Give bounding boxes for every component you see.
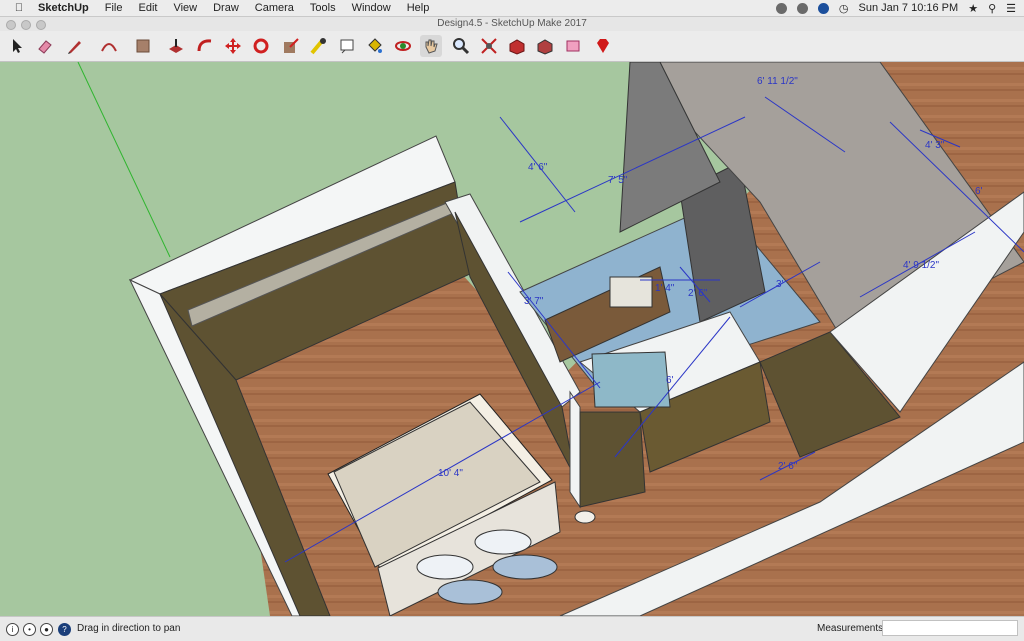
follow-me-tool-icon[interactable]: [194, 35, 216, 57]
time-machine-icon[interactable]: ◷: [839, 2, 849, 15]
corridor-wall-face: [579, 411, 646, 508]
geolocation-icon[interactable]: •: [23, 623, 36, 636]
vpn-icon[interactable]: [817, 2, 829, 14]
text-tool-icon[interactable]: [336, 35, 358, 57]
search-icon[interactable]: ⚲: [988, 2, 996, 15]
extension-warehouse-icon[interactable]: [534, 35, 556, 57]
window-title: Design4.5 - SketchUp Make 2017: [437, 18, 587, 29]
corridor-wall-edge: [569, 390, 581, 509]
dim-label-6: 4' 9 1/2": [903, 260, 939, 271]
bathroom-sink: [609, 276, 653, 308]
pencil-tool-icon[interactable]: [64, 35, 86, 57]
zoom-window-button[interactable]: [36, 20, 46, 30]
pillow-left: [416, 554, 474, 580]
info-icon[interactable]: i: [6, 623, 19, 636]
menu-camera[interactable]: Camera: [255, 2, 294, 14]
pillow-blue-left: [437, 579, 503, 605]
menu-draw[interactable]: Draw: [213, 2, 239, 14]
dim-label-4: 4' 3": [925, 140, 945, 151]
3d-warehouse-icon[interactable]: [506, 35, 528, 57]
apple-icon[interactable]: : [12, 2, 26, 14]
orbit-tool-icon[interactable]: [392, 35, 414, 57]
dim-label-3: 7' 5": [608, 175, 628, 186]
menu-tools[interactable]: Tools: [310, 2, 336, 14]
main-toolbar: [0, 31, 1024, 62]
close-window-button[interactable]: [6, 20, 16, 30]
arc-tool-icon[interactable]: [98, 35, 120, 57]
window-title-bar: Design4.5 - SketchUp Make 2017: [0, 17, 1024, 31]
move-tool-icon[interactable]: [222, 35, 244, 57]
model-viewport[interactable]: 6' 11 1/2" 4' 6" 7' 5" 4' 3" 6' 4' 9 1/2…: [0, 62, 1024, 616]
dim-label-5: 6': [975, 186, 983, 197]
window-controls: [6, 20, 46, 30]
pillow-right: [474, 529, 532, 555]
menu-file[interactable]: File: [105, 2, 123, 14]
nightstand-lamp: [574, 510, 596, 524]
door-opening[interactable]: [591, 351, 671, 408]
zoom-tool-icon[interactable]: [450, 35, 472, 57]
status-menus: ◷ Sun Jan 7 10:16 PM ★ ⚲ ☰: [775, 0, 1016, 16]
measurements-label: Measurements: [817, 623, 884, 634]
dim-label-8: 1' 4": [655, 283, 675, 294]
help-icon[interactable]: ?: [58, 623, 71, 636]
tape-measure-tool-icon[interactable]: [308, 35, 330, 57]
menu-window[interactable]: Window: [352, 2, 391, 14]
dim-label-9: 2' 6": [688, 288, 708, 299]
headphones-icon[interactable]: [775, 2, 787, 14]
measurements-input[interactable]: [882, 620, 1018, 636]
dim-label-2: 4' 6": [528, 162, 548, 173]
bluetooth-icon[interactable]: ★: [968, 2, 978, 15]
model-scene[interactable]: 6' 11 1/2" 4' 6" 7' 5" 4' 3" 6' 4' 9 1/2…: [0, 62, 1024, 616]
user-icon[interactable]: [796, 2, 808, 14]
user-account-icon[interactable]: ●: [40, 623, 53, 636]
menu-edit[interactable]: Edit: [138, 2, 157, 14]
push-pull-tool-icon[interactable]: [165, 35, 187, 57]
notification-list-icon[interactable]: ☰: [1006, 2, 1016, 15]
dim-label-10: 3': [776, 279, 784, 290]
menu-help[interactable]: Help: [407, 2, 430, 14]
pillow-blue-right: [492, 554, 558, 580]
minimize-window-button[interactable]: [21, 20, 31, 30]
shapes-tool-icon[interactable]: [132, 35, 154, 57]
dim-label-13: 2' 6": [778, 461, 798, 472]
paint-bucket-tool-icon[interactable]: [364, 35, 386, 57]
menu-clock[interactable]: Sun Jan 7 10:16 PM: [859, 2, 959, 14]
zoom-extents-tool-icon[interactable]: [478, 35, 500, 57]
menu-app-name[interactable]: SketchUp: [38, 2, 89, 14]
rotate-tool-icon[interactable]: [250, 35, 272, 57]
eraser-tool-icon[interactable]: [34, 35, 56, 57]
dim-label-11: 6': [666, 375, 674, 386]
layout-icon[interactable]: [563, 35, 585, 57]
pan-tool-icon[interactable]: [420, 35, 442, 57]
scale-tool-icon[interactable]: [280, 35, 302, 57]
menu-bar:  SketchUp File Edit View Draw Camera To…: [0, 0, 1024, 17]
menu-view[interactable]: View: [173, 2, 197, 14]
dim-label-12: 10' 4": [438, 468, 463, 479]
ruby-console-icon[interactable]: [592, 35, 614, 57]
dim-label-7: 3' 7": [524, 296, 544, 307]
status-hint: Drag in direction to pan: [77, 623, 181, 634]
dim-label-1: 6' 11 1/2": [757, 76, 798, 87]
status-bar: i • ● ? Drag in direction to pan Measure…: [0, 616, 1024, 641]
select-tool-icon[interactable]: [6, 35, 28, 57]
